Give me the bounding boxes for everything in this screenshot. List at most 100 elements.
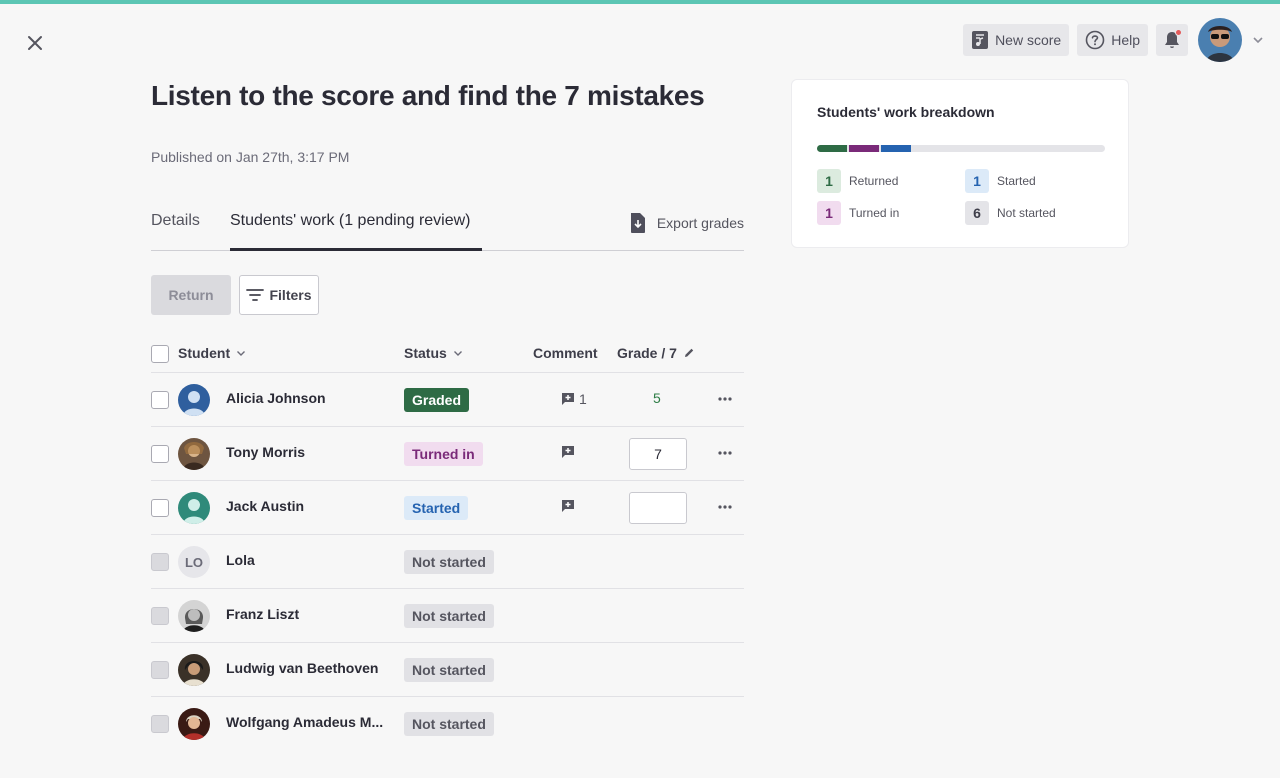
export-grades-label: Export grades	[656, 215, 744, 231]
avatar	[178, 492, 210, 524]
more-options-icon[interactable]	[717, 391, 733, 407]
chevron-down-icon[interactable]	[1252, 34, 1264, 46]
student-header-label: Student	[178, 345, 231, 361]
student-name[interactable]: Jack Austin	[226, 498, 304, 514]
avatar	[178, 654, 210, 686]
top-accent-bar	[0, 0, 1280, 4]
student-name[interactable]: Tony Morris	[226, 444, 305, 460]
table-row: Jack Austin Started	[151, 481, 744, 535]
active-tab-indicator	[230, 248, 482, 251]
status-badge: Not started	[404, 604, 494, 628]
table-row: Ludwig van Beethoven Not started	[151, 643, 744, 697]
status-badge: Not started	[404, 712, 494, 736]
status-badge: Not started	[404, 550, 494, 574]
comment-add-icon	[562, 393, 574, 405]
avatar-image	[178, 654, 210, 686]
grade-input[interactable]	[629, 438, 687, 470]
status-badge: Not started	[404, 658, 494, 682]
row-checkbox	[151, 607, 169, 625]
comment-column-header: Comment	[533, 345, 598, 361]
avatar	[178, 438, 210, 470]
return-button[interactable]: Return	[151, 275, 231, 315]
avatar-image	[178, 384, 210, 416]
legend-returned: 1 Returned	[817, 169, 898, 193]
help-label: Help	[1111, 32, 1140, 48]
breakdown-segment	[817, 145, 847, 152]
help-button[interactable]: Help	[1077, 24, 1148, 56]
score-document-icon	[972, 31, 989, 49]
table-header: Student Status Comment Grade / 7	[151, 335, 744, 373]
comment-count: 1	[579, 391, 587, 407]
comment-button[interactable]	[561, 445, 575, 459]
table-row: Alicia Johnson Graded 1 5	[151, 373, 744, 427]
export-grades-button[interactable]: Export grades	[629, 212, 744, 234]
filter-icon	[246, 289, 265, 301]
status-badge: Turned in	[404, 442, 483, 466]
grade-header-label: Grade / 7	[617, 345, 677, 361]
row-checkbox[interactable]	[151, 499, 169, 517]
close-button[interactable]	[24, 32, 46, 54]
students-table: Student Status Comment Grade / 7 Alicia …	[151, 335, 744, 751]
comment-add-icon	[562, 500, 574, 512]
avatar-image	[178, 492, 210, 524]
tab-bar: Details Students' work (1 pending review…	[151, 204, 744, 251]
avatar-image	[178, 438, 210, 470]
comment-button[interactable]	[561, 499, 575, 513]
filters-label: Filters	[269, 287, 312, 303]
row-checkbox[interactable]	[151, 445, 169, 463]
notification-dot	[1175, 29, 1182, 36]
legend-label: Returned	[849, 174, 899, 188]
page-title: Listen to the score and find the 7 mista…	[151, 80, 705, 111]
work-breakdown-card: Students' work breakdown 1 Returned 1 St…	[791, 79, 1129, 248]
new-score-label: New score	[995, 32, 1062, 48]
new-score-button[interactable]: New score	[963, 24, 1070, 56]
legend-count: 6	[965, 201, 989, 225]
row-checkbox	[151, 661, 169, 679]
more-options-icon[interactable]	[717, 499, 733, 515]
breakdown-progress-bar	[817, 145, 1105, 152]
student-column-header[interactable]: Student	[178, 345, 246, 361]
chevron-down-icon	[237, 351, 246, 356]
breakdown-title: Students' work breakdown	[817, 104, 995, 120]
tab-details[interactable]: Details	[151, 212, 200, 230]
comment-add-icon	[562, 446, 574, 458]
student-name[interactable]: Alicia Johnson	[226, 390, 326, 406]
row-checkbox[interactable]	[151, 391, 169, 409]
tab-students-work[interactable]: Students' work (1 pending review)	[230, 212, 471, 230]
student-name[interactable]: Wolfgang Amadeus M...	[226, 714, 383, 730]
row-checkbox	[151, 715, 169, 733]
table-row: Tony Morris Turned in	[151, 427, 744, 481]
pencil-icon	[684, 348, 694, 357]
breakdown-segment	[849, 145, 879, 152]
select-all-checkbox[interactable]	[151, 345, 169, 363]
help-icon	[1085, 30, 1105, 50]
status-column-header[interactable]: Status	[404, 345, 463, 361]
avatar-image	[178, 600, 210, 632]
student-name[interactable]: Lola	[226, 552, 255, 568]
export-file-icon	[630, 213, 645, 233]
comment-header-label: Comment	[533, 345, 598, 361]
grade-column-header[interactable]: Grade / 7	[617, 345, 695, 361]
table-actions: Return Filters	[151, 275, 319, 315]
user-avatar-image	[1198, 18, 1242, 62]
row-checkbox	[151, 553, 169, 571]
grade-input[interactable]	[629, 492, 687, 524]
legend-turned-in: 1 Turned in	[817, 201, 899, 225]
legend-count: 1	[817, 169, 841, 193]
filters-button[interactable]: Filters	[239, 275, 319, 315]
user-avatar[interactable]	[1198, 18, 1242, 62]
legend-count: 1	[817, 201, 841, 225]
avatar	[178, 708, 210, 740]
notifications-button[interactable]	[1156, 24, 1188, 56]
table-row: LO Lola Not started	[151, 535, 744, 589]
student-name[interactable]: Franz Liszt	[226, 606, 299, 622]
breakdown-segment	[881, 145, 911, 152]
comment-button[interactable]: 1	[561, 391, 587, 407]
avatar-initials: LO	[178, 546, 210, 578]
legend-started: 1 Started	[965, 169, 1036, 193]
student-name[interactable]: Ludwig van Beethoven	[226, 660, 378, 676]
more-options-icon[interactable]	[717, 445, 733, 461]
status-badge: Started	[404, 496, 469, 520]
chevron-down-icon	[453, 351, 462, 356]
top-bar: New score Help	[963, 18, 1264, 62]
